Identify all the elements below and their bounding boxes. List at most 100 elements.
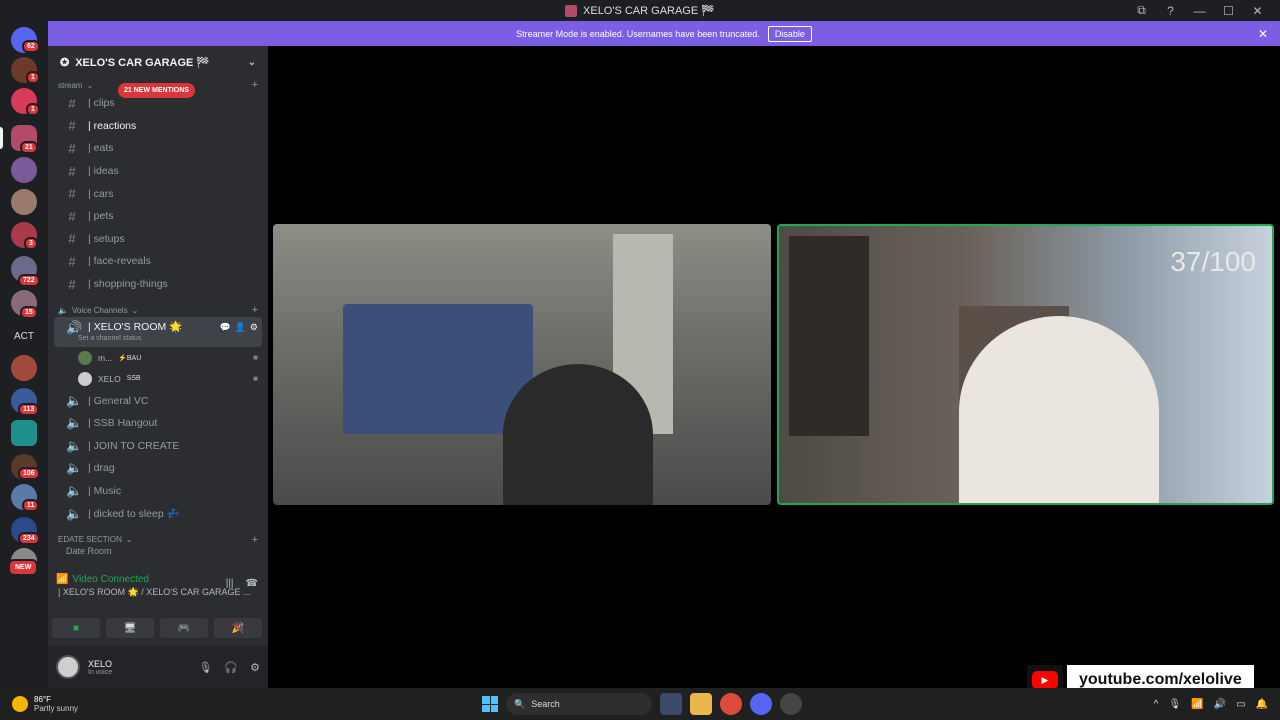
window-title: XELO'S CAR GARAGE 🏁 (583, 5, 715, 17)
connection-status[interactable]: Video Connected (72, 574, 149, 585)
add-channel-icon[interactable]: + (252, 534, 258, 546)
voice-user-name: XELO (98, 373, 121, 384)
battery-icon[interactable]: ▭ (1236, 699, 1245, 710)
voice-user[interactable]: m... ⚡BAU ■ (48, 347, 268, 368)
channel-label: | XELO'S ROOM 🌟 (88, 321, 183, 334)
avatar (78, 371, 92, 386)
activities-button[interactable]: 🎮 (160, 618, 208, 638)
voice-channel-xelos-room[interactable]: 🔊 | XELO'S ROOM 🌟 Set a channel status 💬… (54, 317, 262, 348)
video-tile-1[interactable] (273, 224, 771, 505)
search-icon: 🔍 (514, 698, 526, 709)
windows-start-icon[interactable] (482, 696, 498, 712)
voice-channel-join-to-create[interactable]: 🔈 | JOIN TO CREATE (54, 435, 262, 458)
guild-badge: 106 (18, 467, 40, 480)
discord-icon[interactable] (750, 693, 772, 715)
channel-status[interactable]: Set a channel status (78, 335, 141, 342)
channel-label: Date Room (66, 546, 112, 555)
invite-icon[interactable]: 👤 (235, 322, 246, 333)
new-mentions-badge[interactable]: 21 NEW MENTIONS (118, 83, 195, 98)
voice-channel-ssb-hangout[interactable]: 🔈 | SSB Hangout (54, 412, 262, 435)
avatar[interactable] (56, 655, 80, 679)
channel-label: | Music (88, 485, 122, 498)
obs-icon[interactable] (780, 693, 802, 715)
help-icon[interactable]: ? (1156, 4, 1185, 18)
gear-icon[interactable]: ⚙ (250, 322, 258, 333)
video-tile-2[interactable]: 37/100 (777, 224, 1274, 505)
guild-badge: 15 (20, 306, 38, 319)
channel-reactions[interactable]: # | reactions (54, 115, 262, 138)
voice-channel-date-room[interactable]: Date Room (54, 547, 262, 555)
voice-user[interactable]: XELO SSB ■ (48, 368, 268, 389)
channel-ideas[interactable]: # | ideas (54, 160, 262, 183)
minimize-button[interactable]: — (1185, 4, 1214, 18)
user-status: In voice (88, 668, 113, 676)
streamer-mode-banner: Streamer Mode is enabled. Usernames have… (48, 21, 1280, 46)
chevron-down-icon: ⌄ (247, 56, 256, 68)
volume-icon[interactable]: 🔊 (1214, 699, 1226, 710)
weather-widget[interactable]: 86°F Partly sunny (12, 695, 78, 713)
camera-icon: ■ (253, 374, 258, 384)
screen-share-button[interactable]: 🖥 (106, 618, 154, 638)
sun-icon (12, 696, 28, 712)
notification-bell-icon[interactable]: 🔔 (1256, 699, 1268, 710)
hash-icon: # (68, 118, 76, 134)
voice-channel-drag[interactable]: 🔈 | drag (54, 457, 262, 480)
add-channel-icon[interactable]: + (252, 79, 258, 91)
microphone-icon[interactable]: 🎙 (198, 661, 212, 674)
system-tray: ^ 🎙 📶 🔊 ▭ 🔔 (1154, 699, 1268, 710)
soundboard-button[interactable]: 🎉 (214, 618, 262, 638)
channel-label: | JOIN TO CREATE (88, 439, 180, 452)
disable-button[interactable]: Disable (767, 25, 812, 42)
server-icon[interactable] (11, 189, 37, 215)
file-explorer-icon[interactable] (690, 693, 712, 715)
app-icon[interactable] (660, 693, 682, 715)
channel-cars[interactable]: # | cars (54, 182, 262, 205)
category-label: Voice Channels (71, 305, 128, 315)
noise-suppression-icon[interactable]: ||| (226, 578, 234, 589)
server-icon[interactable] (11, 157, 37, 183)
inbox-icon[interactable]: ⧉ (1127, 3, 1156, 18)
camera-button[interactable]: ■ (52, 618, 100, 638)
search-box[interactable]: 🔍 Search (506, 693, 652, 715)
server-icon (565, 4, 578, 17)
channel-eats[interactable]: # | eats (54, 137, 262, 160)
disconnect-icon[interactable]: ☎ (246, 578, 258, 589)
server-header[interactable]: ✪ XELO'S CAR GARAGE 🏁 ⌄ (48, 46, 268, 78)
voice-channel-general[interactable]: 🔈 | General VC (54, 389, 262, 412)
chrome-icon[interactable] (720, 693, 742, 715)
close-banner-icon[interactable]: ✕ (1258, 27, 1268, 41)
bed-shape (343, 304, 533, 434)
chat-icon[interactable]: 💬 (219, 322, 230, 333)
channel-label: | setups (88, 232, 125, 245)
hash-icon: # (68, 140, 76, 156)
voice-channel-music[interactable]: 🔈 | Music (54, 480, 262, 503)
channel-shopping-things[interactable]: # | shopping-things (54, 273, 262, 296)
channel-pets[interactable]: # | pets (54, 205, 262, 228)
maximize-button[interactable]: ☐ (1214, 4, 1243, 18)
close-button[interactable]: ✕ (1243, 4, 1272, 18)
headphones-icon[interactable]: 🎧 (224, 661, 238, 674)
hash-icon: # (68, 95, 76, 111)
hash-icon: # (68, 186, 76, 202)
person-shape (959, 316, 1159, 503)
server-badge-icon: ✪ (60, 56, 70, 69)
channel-setups[interactable]: # | setups (54, 228, 262, 251)
hash-icon: # (68, 253, 76, 269)
microphone-icon[interactable]: 🎙 (1168, 699, 1181, 710)
channel-face-reveals[interactable]: # | face-reveals (54, 250, 262, 273)
server-text-icon[interactable]: ACT (11, 323, 37, 349)
category-voice[interactable]: 🔈 Voice Channels ⌄ + (48, 303, 268, 317)
server-icon[interactable] (11, 420, 37, 446)
server-icon[interactable] (11, 355, 37, 381)
add-channel-icon[interactable]: + (252, 304, 258, 316)
gear-icon[interactable]: ⚙ (250, 661, 260, 674)
guild-badge: 11 (22, 499, 40, 512)
voice-channel-sleep[interactable]: 🔈 | dicked to sleep 💤 (54, 502, 262, 525)
wifi-icon[interactable]: 📶 (1191, 699, 1203, 710)
user-tag: SSB (126, 375, 141, 383)
signal-icon: 📶 (56, 574, 69, 585)
category-edate[interactable]: EDATE SECTION ⌄ + (48, 533, 268, 547)
hash-icon: # (68, 163, 76, 179)
user-panel: XELO In voice 🎙 🎧 ⚙ (48, 646, 268, 688)
chevron-up-icon[interactable]: ^ (1154, 699, 1159, 710)
